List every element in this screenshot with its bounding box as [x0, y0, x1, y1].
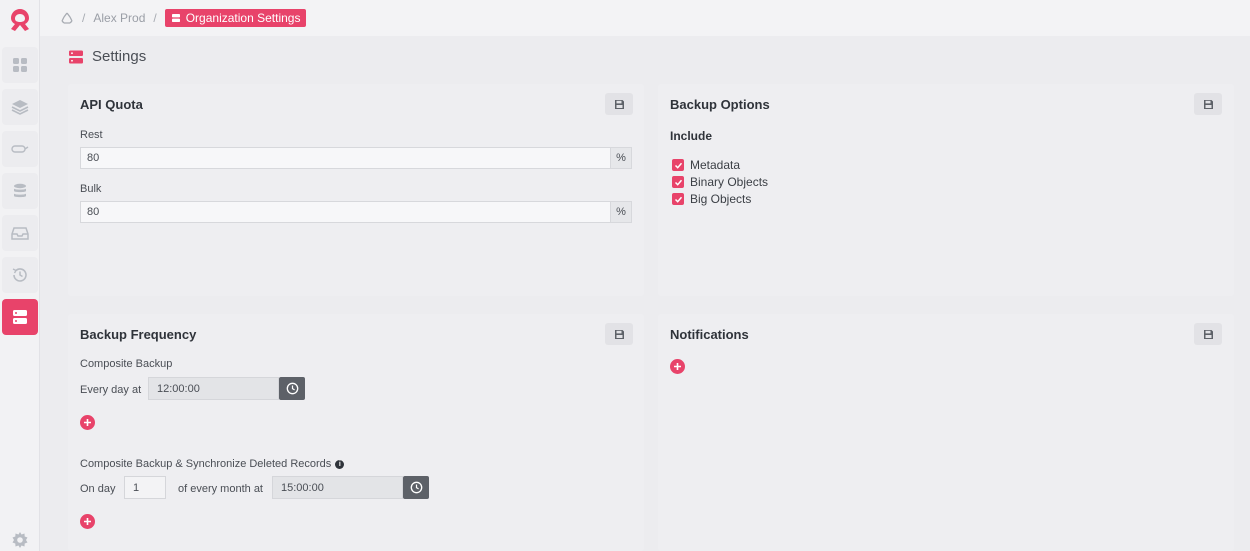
- breadcrumb-home[interactable]: [60, 11, 74, 25]
- add-notification-button[interactable]: [670, 359, 685, 374]
- breadcrumb-separator: /: [82, 11, 86, 25]
- plus-icon: [674, 363, 681, 370]
- info-icon[interactable]: i: [335, 460, 345, 469]
- option-big-objects[interactable]: Big Objects: [672, 192, 751, 206]
- composite-time-picker-button[interactable]: [279, 377, 305, 400]
- nav-compare[interactable]: [2, 131, 38, 167]
- gear-icon[interactable]: [10, 530, 30, 550]
- checkmark-icon: [674, 162, 682, 169]
- monthly-time-input[interactable]: 15:00:00: [272, 476, 403, 499]
- backup-options-title: Backup Options: [670, 97, 770, 112]
- api-quota-save-button[interactable]: [605, 93, 633, 115]
- breadcrumb-separator: /: [153, 11, 157, 25]
- nav-inbox[interactable]: [2, 215, 38, 251]
- big-objects-label: Big Objects: [690, 192, 752, 206]
- compare-icon: [11, 145, 29, 153]
- bulk-quota-input[interactable]: 80: [80, 201, 611, 223]
- layers-icon: [11, 100, 29, 115]
- option-binary-objects[interactable]: Binary Objects: [672, 175, 768, 189]
- notifications-save-button[interactable]: [1194, 323, 1222, 345]
- page-title: Settings: [68, 48, 146, 65]
- clock-icon: [410, 481, 422, 494]
- rest-label: Rest: [80, 129, 103, 141]
- composite-sync-label: Composite Backup & Synchronize Deleted R…: [80, 458, 332, 470]
- api-quota-panel: API Quota Rest 80 % Bulk 80 %: [68, 84, 644, 296]
- every-month-label: of every month at: [178, 483, 263, 495]
- api-quota-title: API Quota: [80, 97, 143, 112]
- recycle-icon: [61, 12, 73, 24]
- bulk-label: Bulk: [80, 183, 102, 195]
- checkmark-icon: [674, 196, 682, 203]
- history-icon: [12, 268, 27, 282]
- big-objects-checkbox[interactable]: [672, 193, 684, 205]
- backup-frequency-panel: Backup Frequency Composite Backup Every …: [68, 314, 644, 551]
- option-metadata[interactable]: Metadata: [672, 158, 740, 172]
- monthly-time-picker-button[interactable]: [403, 476, 429, 499]
- floppy-disk-icon: [614, 99, 624, 109]
- floppy-disk-icon: [614, 329, 624, 339]
- inbox-icon: [11, 227, 29, 240]
- bulk-percent-addon: %: [610, 201, 632, 223]
- notifications-title: Notifications: [670, 327, 749, 342]
- nav-layers[interactable]: [2, 89, 38, 125]
- checkmark-icon: [674, 179, 682, 186]
- breadcrumb: / Alex Prod / Organization Settings: [40, 0, 1250, 36]
- server-icon: [69, 50, 83, 63]
- grid-icon: [13, 58, 27, 72]
- floppy-disk-icon: [1203, 329, 1213, 339]
- nav-database[interactable]: [2, 173, 38, 209]
- binary-objects-checkbox[interactable]: [672, 176, 684, 188]
- breadcrumb-item-org[interactable]: Alex Prod: [93, 11, 145, 25]
- add-composite-schedule-button[interactable]: [80, 415, 95, 430]
- clock-icon: [286, 382, 298, 395]
- plus-icon: [84, 518, 91, 525]
- composite-sync-label-row: Composite Backup & Synchronize Deleted R…: [80, 458, 345, 470]
- app-logo-icon[interactable]: [5, 5, 35, 35]
- every-day-label: Every day at: [80, 384, 142, 396]
- include-label: Include: [670, 129, 713, 143]
- floppy-disk-icon: [1203, 99, 1213, 109]
- backup-frequency-title: Backup Frequency: [80, 327, 197, 342]
- database-icon: [14, 183, 26, 198]
- metadata-checkbox[interactable]: [672, 159, 684, 171]
- on-day-label: On day: [80, 483, 116, 495]
- nav-history[interactable]: [2, 257, 38, 293]
- backup-frequency-save-button[interactable]: [605, 323, 633, 345]
- breadcrumb-item-active[interactable]: Organization Settings: [164, 9, 307, 27]
- backup-options-panel: Backup Options Include Metadata Binary O…: [658, 84, 1234, 296]
- sidebar: [0, 0, 40, 551]
- composite-backup-label: Composite Backup: [80, 358, 173, 370]
- binary-objects-label: Binary Objects: [690, 175, 769, 189]
- breadcrumb-active-label: Organization Settings: [185, 11, 301, 25]
- metadata-label: Metadata: [690, 158, 741, 172]
- plus-icon: [84, 419, 91, 426]
- nav-dashboard[interactable]: [2, 47, 38, 83]
- rest-percent-addon: %: [610, 147, 632, 169]
- notifications-panel: Notifications: [658, 314, 1234, 551]
- server-icon: [171, 14, 180, 22]
- add-monthly-schedule-button[interactable]: [80, 514, 95, 529]
- composite-time-input[interactable]: 12:00:00: [148, 377, 279, 400]
- backup-options-save-button[interactable]: [1194, 93, 1222, 115]
- nav-organization-settings[interactable]: [2, 299, 38, 335]
- day-of-month-input[interactable]: 1: [124, 476, 166, 499]
- page-title-text: Settings: [92, 48, 147, 65]
- server-icon: [13, 310, 27, 324]
- rest-quota-input[interactable]: 80: [80, 147, 611, 169]
